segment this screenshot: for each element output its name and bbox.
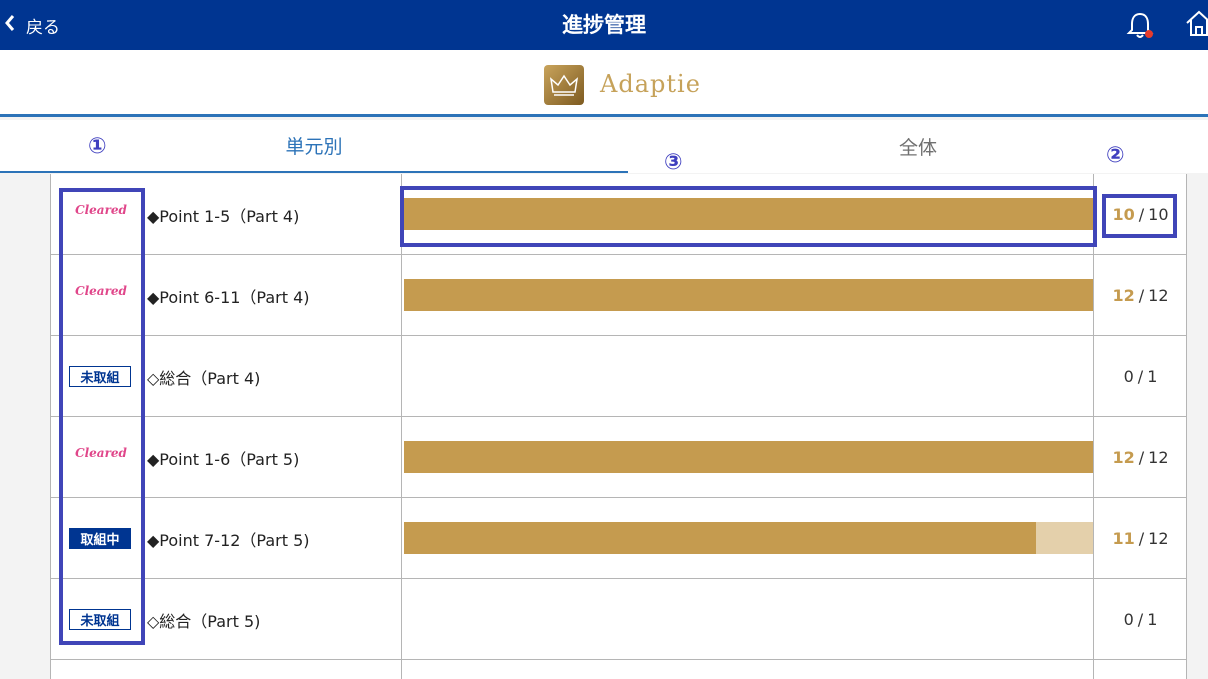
back-button[interactable]: 戻る xyxy=(4,0,60,50)
brand-name: Adaptie xyxy=(600,70,701,98)
progress-bar xyxy=(404,522,1093,554)
back-label: 戻る xyxy=(26,17,60,38)
table-row[interactable]: Cleared ◆Point 1-6（Part 5) 12/12 xyxy=(51,417,1187,498)
progress-count: 0/1 xyxy=(1123,610,1158,629)
tab-bar: 単元別 全体 xyxy=(0,120,1208,173)
annotation-2: ② xyxy=(1106,143,1125,168)
bell-icon[interactable] xyxy=(1126,10,1154,40)
unit-name: ◇総合（Part 4) xyxy=(147,368,261,388)
chevron-left-icon xyxy=(4,13,16,37)
done-count: 0 xyxy=(1123,610,1134,629)
total-count: 1 xyxy=(1147,367,1158,386)
done-count: 0 xyxy=(1123,367,1134,386)
progress-count: 0/1 xyxy=(1123,367,1158,386)
table-row[interactable]: 未取組 ◇総合（Part 5) 0/1 xyxy=(51,579,1187,660)
unit-name: ◆Point 1-6（Part 5) xyxy=(147,449,300,469)
progress-bar xyxy=(404,279,1093,311)
progress-count: 12/12 xyxy=(1112,448,1169,467)
brand-bar: Adaptie xyxy=(0,50,1208,117)
table-row[interactable]: 未取組 ◇総合（Part 4) 0/1 xyxy=(51,336,1187,417)
app-header: 戻る 進捗管理 xyxy=(0,0,1208,50)
unit-name: ◇総合（Part 5) xyxy=(147,611,261,631)
total-count: 12 xyxy=(1148,529,1169,548)
progress-bar xyxy=(404,441,1093,473)
annotation-box-progress-bar xyxy=(400,186,1097,247)
progress-bar-fill xyxy=(404,279,1093,311)
crown-logo-icon xyxy=(544,65,584,105)
home-icon[interactable] xyxy=(1184,8,1208,40)
progress-table: Cleared ◆Point 1-5（Part 4) 10/10 Cleared… xyxy=(50,174,1187,679)
total-count: 1 xyxy=(1147,610,1158,629)
table-row[interactable]: 取組中 ◆Point 7-12（Part 5) 11/12 xyxy=(51,498,1187,579)
annotation-3: ③ xyxy=(664,150,683,175)
done-count: 12 xyxy=(1112,448,1135,467)
unit-name: ◆Point 7-12（Part 5) xyxy=(147,530,310,550)
done-count: 11 xyxy=(1112,529,1135,548)
progress-bar-fill xyxy=(404,522,1036,554)
unit-name: ◆Point 1-5（Part 4) xyxy=(147,206,300,226)
annotation-box-status-column xyxy=(59,188,145,645)
progress-count: 11/12 xyxy=(1112,529,1169,548)
progress-bar-fill xyxy=(404,441,1093,473)
total-count: 12 xyxy=(1148,286,1169,305)
progress-count: 12/12 xyxy=(1112,286,1169,305)
annotation-box-count xyxy=(1102,194,1177,238)
page-title: 進捗管理 xyxy=(562,13,646,37)
done-count: 12 xyxy=(1112,286,1135,305)
annotation-1: ① xyxy=(88,134,107,159)
table-row[interactable]: Cleared ◆Point 6-11（Part 4) 12/12 xyxy=(51,255,1187,336)
unit-name: ◆Point 6-11（Part 4) xyxy=(147,287,310,307)
total-count: 12 xyxy=(1148,448,1169,467)
